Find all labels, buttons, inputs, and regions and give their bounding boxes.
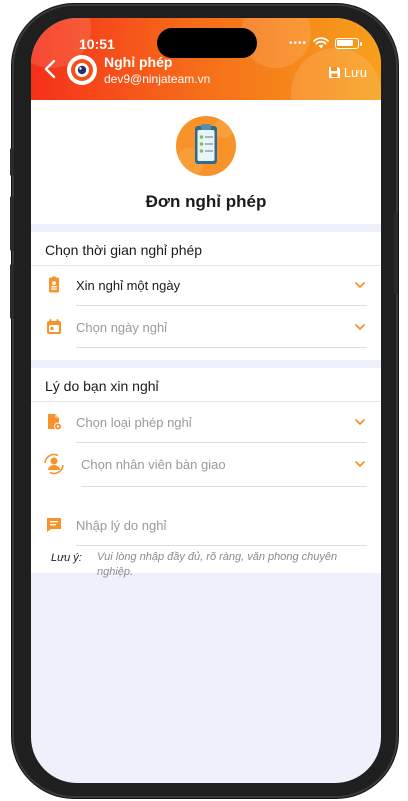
phone-side-button [10, 264, 14, 319]
section-title: Lý do bạn xin nghỉ [45, 378, 159, 394]
section-leave-reason: Lý do bạn xin nghỉ Chọn loại phép nghỉ C… [31, 368, 381, 578]
user-handover-icon [44, 453, 64, 475]
leave-type-select[interactable]: Xin nghỉ một ngày [45, 266, 367, 306]
chevron-down-icon [355, 282, 365, 288]
signal-icon: •••• [288, 37, 307, 49]
calendar-icon [47, 319, 61, 334]
row-divider [81, 486, 367, 487]
leave-date-placeholder: Chọn ngày nghỉ [76, 320, 168, 335]
leave-category-placeholder: Chọn loại phép nghỉ [76, 415, 192, 430]
chevron-down-icon [355, 324, 365, 330]
document-settings-icon [48, 414, 62, 431]
reason-input[interactable]: Nhập lý do nghỉ [45, 506, 367, 546]
row-divider [76, 545, 367, 546]
form-hero: Đơn nghỉ phép [31, 100, 381, 224]
handover-employee-select[interactable]: Chọn nhân viên bàn giao [44, 443, 367, 487]
status-icons: •••• [288, 37, 362, 49]
reason-placeholder: Nhập lý do nghỉ [76, 518, 167, 533]
handover-employee-placeholder: Chọn nhân viên bàn giao [81, 457, 226, 472]
row-divider [76, 305, 367, 306]
app-header: 10:51 •••• Nghỉ phép dev9@ninjateam.vn L… [31, 18, 381, 100]
leave-type-value: Xin nghỉ một ngày [76, 278, 181, 293]
section-divider [31, 401, 381, 402]
row-divider [76, 347, 367, 348]
phone-side-button [10, 148, 14, 176]
chevron-left-icon[interactable] [43, 58, 61, 80]
id-badge-icon [49, 276, 59, 293]
chevron-down-icon [355, 419, 365, 425]
app-screen: 10:51 •••• Nghỉ phép dev9@ninjateam.vn L… [31, 18, 381, 783]
phone-side-button [394, 212, 398, 294]
phone-side-button [10, 196, 14, 251]
note-label: Lưu ý: [51, 552, 82, 564]
leave-category-select[interactable]: Chọn loại phép nghỉ [45, 403, 367, 443]
chevron-down-icon [355, 461, 365, 467]
header-subtitle: dev9@ninjateam.vn [104, 72, 211, 86]
chat-lines-icon [47, 518, 61, 532]
section-leave-time: Chọn thời gian nghỉ phép Xin nghỉ một ng… [31, 232, 381, 360]
app-logo [67, 55, 97, 85]
form-title: Đơn nghỉ phép [145, 192, 267, 211]
battery-icon [335, 37, 362, 49]
section-title: Chọn thời gian nghỉ phép [45, 242, 203, 258]
note-text: Vui lòng nhập đầy đủ, rõ ràng, văn phong… [97, 551, 338, 578]
leave-date-select[interactable]: Chọn ngày nghỉ [45, 308, 367, 348]
floppy-disk-icon [328, 67, 340, 78]
save-button[interactable]: Lưu [328, 65, 367, 80]
wifi-icon [313, 37, 329, 49]
clipboard-checklist-icon [176, 116, 236, 176]
header-title: Nghỉ phép [104, 54, 173, 70]
status-time: 10:51 [79, 36, 115, 52]
camera-lens-icon [71, 59, 93, 81]
save-label: Lưu [343, 65, 367, 80]
